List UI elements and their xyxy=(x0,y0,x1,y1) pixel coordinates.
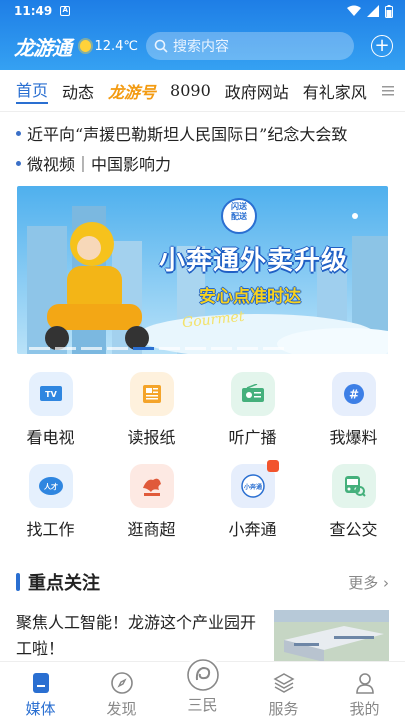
menu-icon[interactable] xyxy=(371,70,405,111)
news-item[interactable]: 聚焦人工智能！龙游这个产业园开工啦！ xyxy=(16,610,389,662)
service-report[interactable]: # 我爆料 xyxy=(303,372,404,448)
radio-icon xyxy=(230,372,275,416)
carousel-indicator xyxy=(29,347,284,350)
service-newspaper[interactable]: 读报纸 xyxy=(101,372,202,448)
plus-circle-icon[interactable]: + xyxy=(371,35,393,57)
focus-section-header: 重点关注 更多 › xyxy=(16,567,389,597)
channel-tabs: 首页 动态 龙游号 8090 政府网站 有礼家风 xyxy=(0,70,405,112)
search-icon xyxy=(154,39,168,53)
nav-discover[interactable]: 发现 xyxy=(81,662,162,721)
service-shop[interactable]: 逛商超 xyxy=(101,464,202,540)
xiaobentong-icon: 小奔通 xyxy=(230,460,279,508)
sun-icon xyxy=(80,40,92,52)
bullet-icon xyxy=(16,160,21,166)
headline-list: 近平向“声援巴勒斯坦人民国际日”纪念大会致 微视频｜中国影响力 xyxy=(16,118,405,178)
section-title: 重点关注 xyxy=(28,573,100,594)
search-placeholder: 搜索内容 xyxy=(173,39,229,55)
wifi-icon xyxy=(347,5,361,16)
service-tv[interactable]: TV 看电视 xyxy=(0,372,101,448)
bus-icon xyxy=(331,464,376,508)
more-link[interactable]: 更多 › xyxy=(348,572,389,593)
status-bar: 11:49 A xyxy=(0,0,405,22)
shop-dragon-icon xyxy=(129,464,174,508)
status-time: 11:49 xyxy=(14,4,53,18)
news-title: 聚焦人工智能！龙游这个产业园开工啦！ xyxy=(16,613,257,658)
app-header: 11:49 A 龙游通 12.4℃ 搜索内容 + xyxy=(0,0,405,70)
bullet-icon xyxy=(16,130,21,136)
service-xiaobentong[interactable]: 小奔通 小奔通 xyxy=(202,460,303,540)
job-icon: 人才 xyxy=(28,464,73,508)
banner-badge: 闪送 配送 xyxy=(231,202,247,221)
tab-home[interactable]: 首页 xyxy=(16,77,49,104)
search-input[interactable]: 搜索内容 xyxy=(146,32,354,60)
news-thumbnail xyxy=(274,610,389,662)
svg-text:#: # xyxy=(348,388,358,402)
layers-icon xyxy=(271,670,297,696)
nav-sanmin[interactable]: 三民 xyxy=(162,656,243,721)
weather-widget[interactable]: 12.4℃ xyxy=(80,39,138,54)
tab-family-style[interactable]: 有礼家风 xyxy=(303,79,367,103)
battery-icon xyxy=(385,4,393,18)
nav-services[interactable]: 服务 xyxy=(243,662,324,721)
sim-icon: A xyxy=(60,6,71,16)
service-bus[interactable]: 查公交 xyxy=(303,464,404,540)
nav-media[interactable]: 媒体 xyxy=(0,662,81,721)
banner-subtitle: 安心点准时达 xyxy=(199,287,301,307)
compass-icon xyxy=(109,670,135,696)
app-logo: 龙游通 xyxy=(14,35,72,60)
promo-banner[interactable]: 闪送 配送 小奔通外卖升级 安心点准时达 Gourmet xyxy=(17,186,388,354)
headline-item[interactable]: 微视频｜中国影响力 xyxy=(16,148,405,178)
nav-mine[interactable]: 我的 xyxy=(324,662,405,721)
section-marker xyxy=(16,573,20,591)
tab-news[interactable]: 动态 xyxy=(62,79,94,103)
sanmin-icon xyxy=(183,656,222,694)
tab-longyouhao[interactable]: 龙游号 xyxy=(108,79,156,103)
tab-8090[interactable]: 8090 xyxy=(170,81,211,100)
tab-gov-site[interactable]: 政府网站 xyxy=(225,79,289,103)
media-icon xyxy=(28,670,54,696)
signal-icon xyxy=(367,5,379,17)
newspaper-icon xyxy=(129,372,174,416)
headline-item[interactable]: 近平向“声援巴勒斯坦人民国际日”纪念大会致 xyxy=(16,118,405,148)
service-jobs[interactable]: 人才 找工作 xyxy=(0,464,101,540)
hashtag-icon: # xyxy=(331,372,376,416)
temperature: 12.4℃ xyxy=(94,38,138,54)
person-icon xyxy=(352,670,378,696)
tv-icon: TV xyxy=(28,372,73,416)
svg-text:TV: TV xyxy=(45,390,57,399)
bottom-nav: 媒体 发现 三民 服务 我的 xyxy=(0,656,405,721)
service-grid: TV 看电视 读报纸 听广播 # 我爆料 人才 找工作 逛商超 小奔通 小奔通 … xyxy=(0,372,405,540)
badge-icon xyxy=(266,460,279,472)
svg-text:小奔通: 小奔通 xyxy=(242,483,261,491)
service-radio[interactable]: 听广播 xyxy=(202,372,303,448)
banner-title: 小奔通外卖升级 xyxy=(159,246,349,276)
svg-text:人才: 人才 xyxy=(44,482,58,491)
